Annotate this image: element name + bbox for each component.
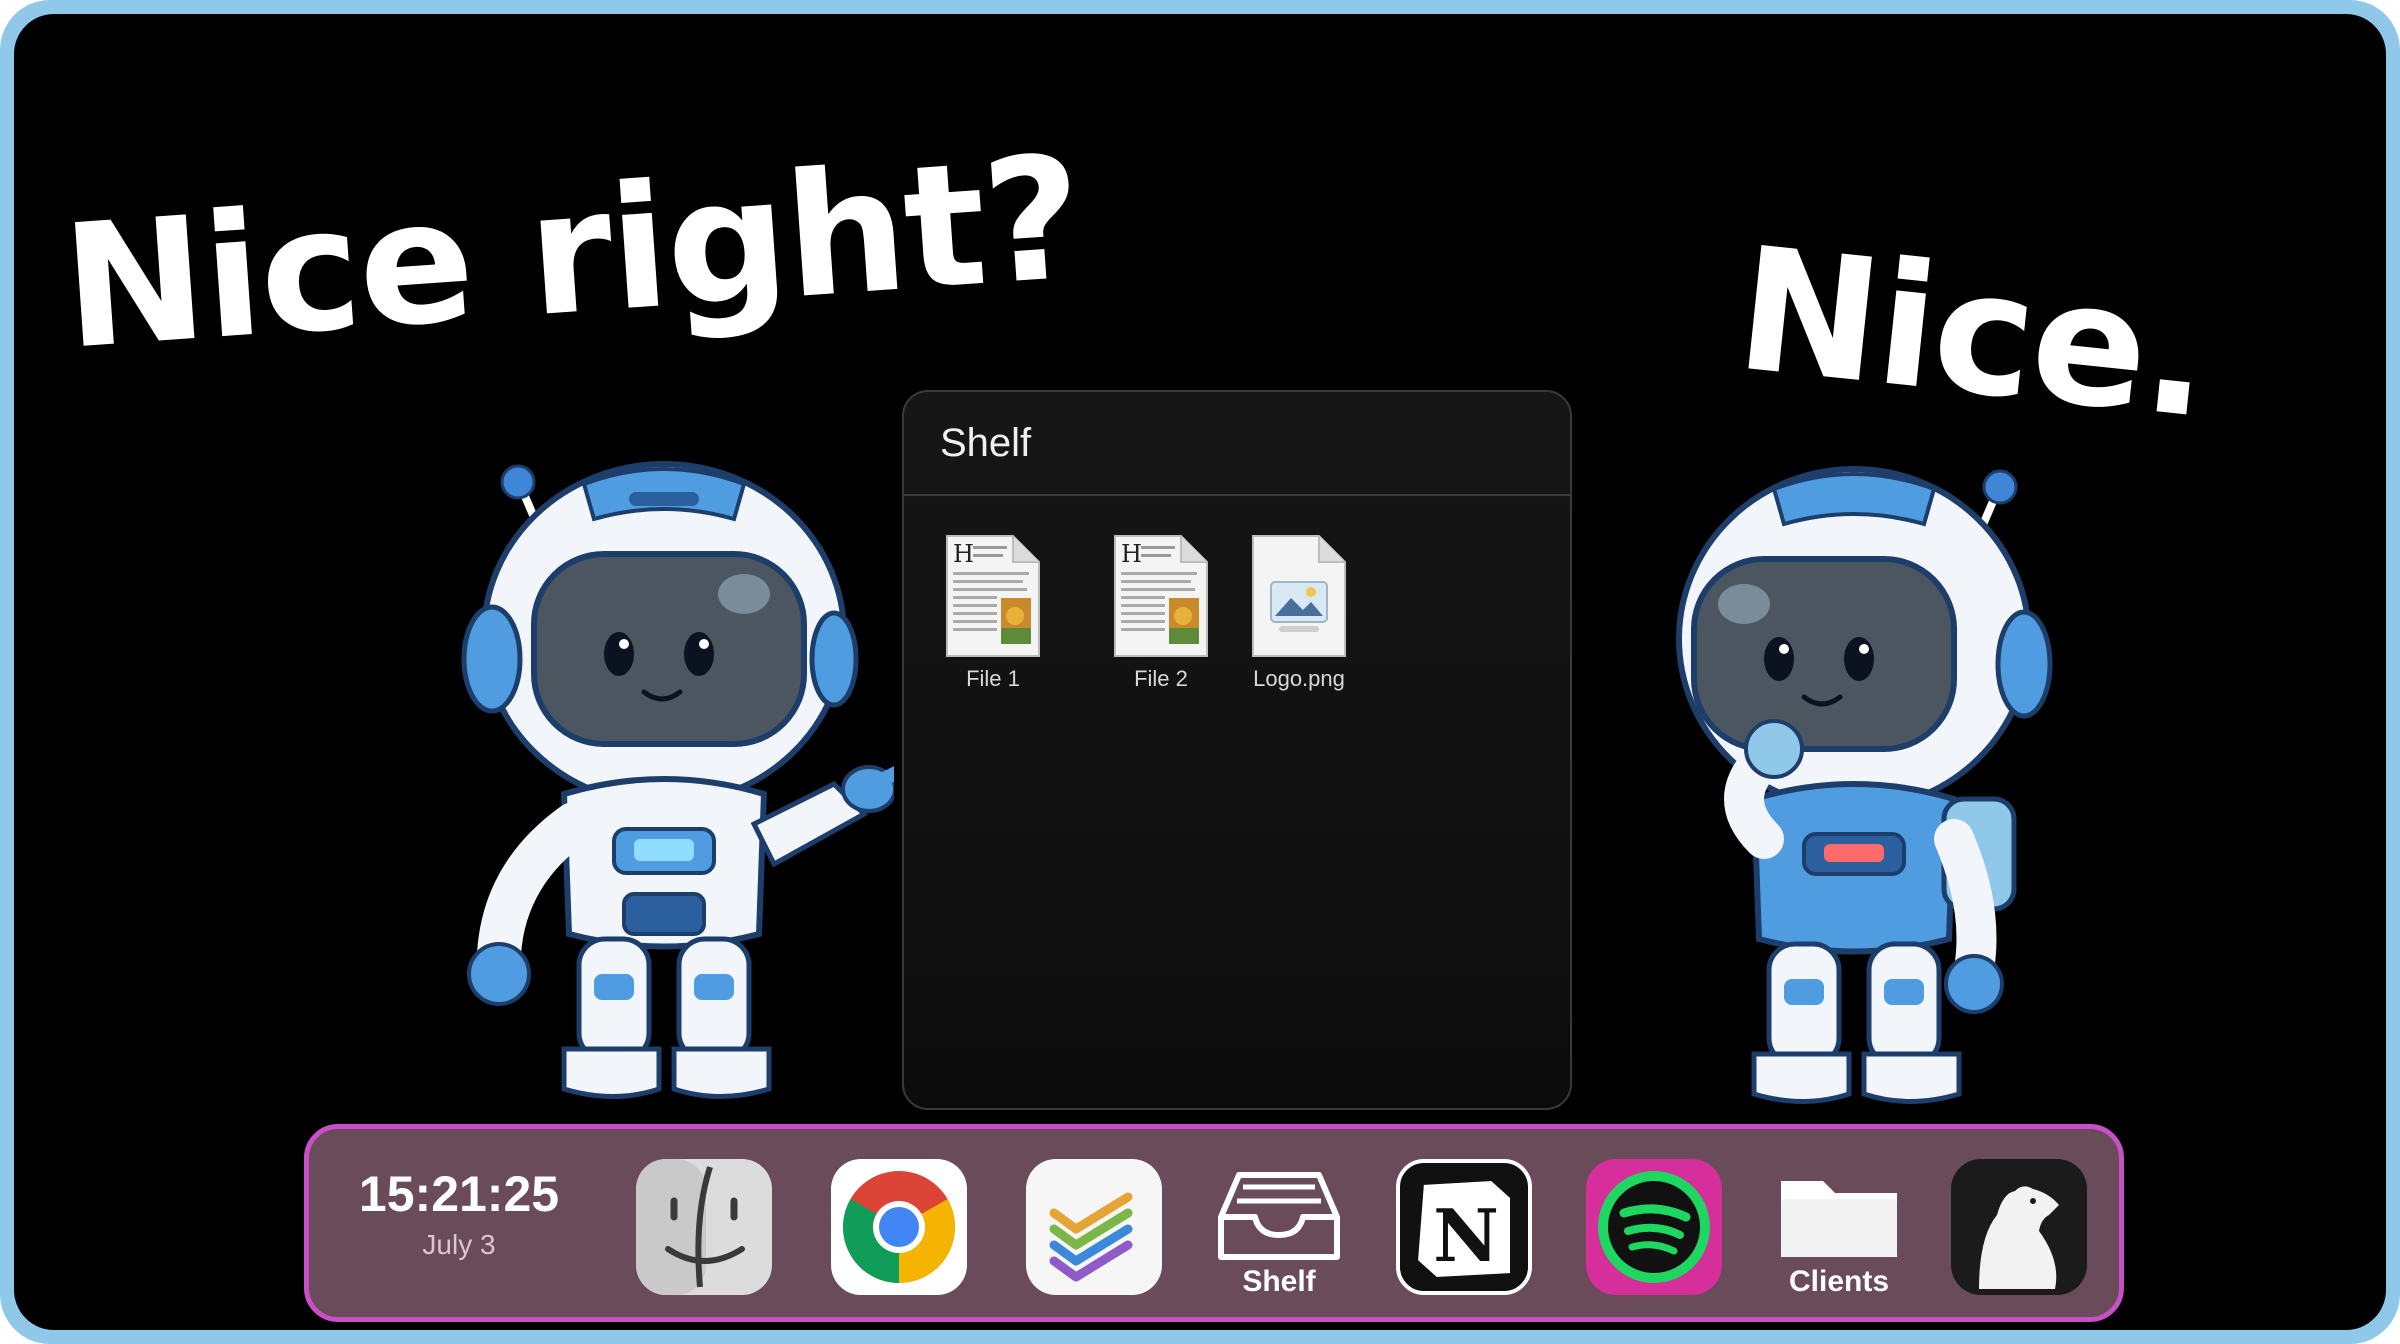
document-icon: H	[946, 535, 1040, 657]
file-label: Logo.png	[1253, 666, 1345, 691]
dock-app-spotify[interactable]	[1584, 1157, 1724, 1297]
shelf-file-3[interactable]: Logo.png	[1240, 532, 1358, 692]
caption-left: Nice right?	[57, 119, 1087, 388]
svg-text:N: N	[1433, 1193, 1499, 1278]
svg-text:H: H	[953, 540, 974, 568]
dock-app-notion[interactable]: N	[1394, 1157, 1534, 1297]
dock-app-bear[interactable]	[1949, 1157, 2089, 1297]
dock-app-finder[interactable]	[634, 1157, 774, 1297]
dock-app-label: Clients	[1788, 1265, 1890, 1298]
desktop-stage: Nice right? Nice. Shelf H File 1 H File …	[14, 14, 2386, 1330]
dock: 15:21:25 July 3 Shelf N Clients	[304, 1124, 2124, 1322]
shelf-header: Shelf	[904, 392, 1570, 496]
notion-icon: N	[1396, 1159, 1532, 1295]
shelf-file-list: H File 1 H File 2 Logo.png	[934, 532, 1358, 692]
svg-text:H: H	[1121, 540, 1142, 568]
dock-clock: 15:21:25 July 3	[349, 1169, 569, 1259]
file-label: File 1	[966, 666, 1020, 691]
clock-time: 15:21:25	[358, 1166, 560, 1222]
stacked-checks-icon	[1026, 1159, 1162, 1295]
dock-app-label: Shelf	[1242, 1265, 1316, 1298]
finder-icon	[636, 1159, 772, 1295]
spotify-icon	[1586, 1159, 1722, 1295]
shelf-window: Shelf H File 1 H File 2 Logo.png	[902, 390, 1572, 1110]
dock-app-chrome[interactable]	[829, 1157, 969, 1297]
screen-frame: Nice right? Nice. Shelf H File 1 H File …	[0, 0, 2400, 1344]
shelf-file-1[interactable]: H File 1	[934, 532, 1052, 692]
image-file-icon	[1252, 535, 1346, 657]
astronaut-pointing-illustration	[461, 461, 894, 1099]
file-label: File 2	[1134, 666, 1188, 691]
chrome-icon	[831, 1159, 967, 1295]
dock-app-shelf[interactable]: Shelf	[1209, 1157, 1349, 1297]
caption-right: Nice.	[1728, 210, 2218, 457]
bear-icon	[1951, 1159, 2087, 1295]
clock-date: July 3	[422, 1229, 496, 1260]
dock-app-tasks[interactable]	[1024, 1157, 1164, 1297]
astronaut-thinking-illustration	[1676, 466, 2053, 1104]
shelf-title: Shelf	[940, 420, 1032, 465]
dock-app-clients[interactable]: Clients	[1769, 1157, 1909, 1297]
shelf-file-2[interactable]: H File 2	[1102, 532, 1220, 692]
document-icon: H	[1114, 535, 1208, 657]
